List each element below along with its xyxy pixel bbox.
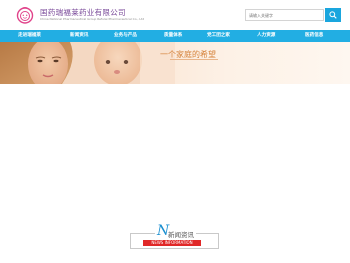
frame-line <box>130 248 219 249</box>
search-icon <box>329 11 337 19</box>
nav-item-party[interactable]: 党工团之家 <box>207 30 230 42</box>
nav-item-hr[interactable]: 人力资源 <box>257 30 275 42</box>
slogan-underline <box>170 59 218 60</box>
main-nav: 走进瑞福莱 新闻资讯 业务与产品 质量体系 党工团之家 人力资源 医药信息 <box>0 30 350 42</box>
search-box <box>245 9 324 21</box>
news-section-heading: N 新闻资讯 NEWS INFORMATION <box>130 223 220 249</box>
nav-item-about[interactable]: 走进瑞福莱 <box>18 30 41 42</box>
company-name-en: China National Pharmaceutical Group Refu… <box>40 17 145 21</box>
news-title[interactable]: 新闻资讯 <box>168 229 194 239</box>
nav-item-medical-info[interactable]: 医药信息 <box>305 30 323 42</box>
search-input[interactable] <box>246 10 323 20</box>
nav-item-products[interactable]: 业务与产品 <box>114 30 137 42</box>
logo-icon[interactable] <box>16 6 34 24</box>
frame-line <box>130 233 131 249</box>
nav-item-news[interactable]: 新闻资讯 <box>70 30 88 42</box>
frame-line <box>218 233 219 249</box>
frame-line <box>130 233 155 234</box>
frame-line <box>196 233 219 234</box>
mother-baby-photo <box>0 42 175 84</box>
news-badge: NEWS INFORMATION <box>143 240 201 246</box>
hero-banner[interactable]: 一个家庭的希望 <box>0 42 350 84</box>
nav-item-quality[interactable]: 质量体系 <box>164 30 182 42</box>
site-header: 国药瑞福莱药业有限公司 China National Pharmaceutica… <box>0 0 350 30</box>
search-button[interactable] <box>325 8 341 22</box>
